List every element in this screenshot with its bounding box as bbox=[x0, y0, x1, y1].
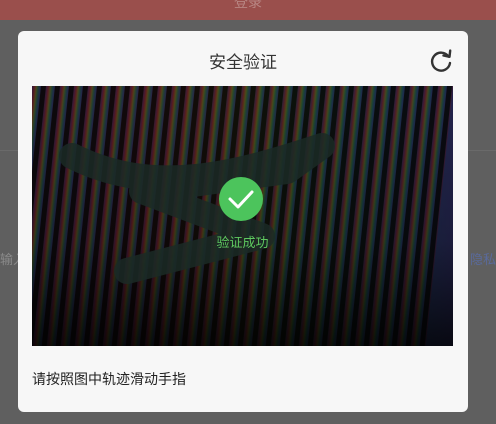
dialog-title: 安全验证 bbox=[209, 53, 277, 73]
background-header: 登录 bbox=[0, 0, 496, 20]
success-message: 验证成功 bbox=[216, 236, 269, 251]
puzzle-image[interactable]: 验证成功 bbox=[32, 86, 453, 346]
success-check-icon bbox=[219, 177, 263, 221]
refresh-button[interactable] bbox=[427, 47, 455, 75]
instruction-text: 请按照图中轨迹滑动手指 bbox=[32, 372, 186, 388]
refresh-icon bbox=[430, 49, 452, 72]
security-verification-dialog: 安全验证 验证成功 请按照图中轨迹滑动手指 bbox=[18, 31, 468, 412]
